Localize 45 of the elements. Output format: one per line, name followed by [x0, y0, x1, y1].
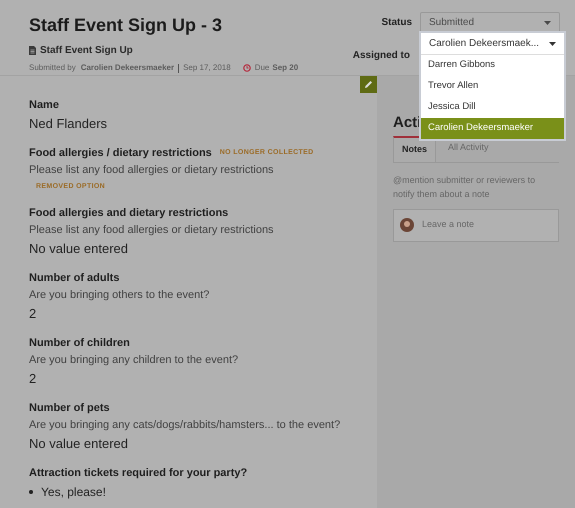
- due-date: Sep 20: [272, 62, 298, 74]
- dropdown-option[interactable]: Carolien Dekeersmaeker: [421, 118, 564, 139]
- pencil-icon: [364, 80, 373, 89]
- dropdown-option[interactable]: Trevor Allen: [421, 76, 564, 97]
- status-label: Status: [381, 16, 412, 30]
- clock-icon: [242, 64, 251, 72]
- activity-tab[interactable]: Notes: [393, 136, 436, 162]
- assigned-dropdown[interactable]: Carolien Dekeersmaek...: [421, 33, 564, 55]
- field-label: Food allergies and dietary restrictions: [29, 206, 228, 220]
- field-label: Number of pets: [29, 401, 110, 415]
- field-description: Are you bringing any children to the event?: [29, 353, 240, 367]
- status-dropdown[interactable]: Submitted: [420, 12, 560, 33]
- field-value: No value entered: [29, 436, 130, 452]
- page-title: Staff Event Sign Up - 3: [29, 14, 224, 37]
- note-field[interactable]: Leave a note: [393, 208, 559, 242]
- field-value: Ned Flanders: [29, 116, 108, 132]
- edit-button[interactable]: [360, 76, 377, 93]
- field-description: Are you bringing others to the event?: [29, 288, 210, 302]
- field-value: 2: [29, 371, 38, 387]
- form-name: Staff Event Sign Up: [40, 44, 133, 58]
- submitter-name: Carolien Dekeersmaeker: [80, 62, 174, 74]
- field-label: Attraction tickets required for your party?: [29, 466, 248, 480]
- field-label: Food allergies / dietary restrictions: [29, 146, 212, 160]
- field-value: 2: [29, 306, 38, 322]
- dropdown-option[interactable]: Darren Gibbons: [421, 55, 564, 76]
- submitted-by-label: Submitted by: [29, 62, 76, 74]
- document-icon: [29, 46, 36, 55]
- caret-icon: [544, 20, 551, 24]
- field-description: Please list any food allergies or dietary restrictions: [29, 223, 275, 237]
- field-label: Number of adults: [29, 271, 120, 285]
- note-input[interactable]: Leave a note: [422, 218, 552, 232]
- notes-hint: @mention submitter or reviewers to notify them about a note: [393, 174, 536, 200]
- assigned-to-label: Assigned to: [352, 49, 410, 63]
- field-description: Please list any food allergies or dietary restrictions: [29, 163, 275, 177]
- dropdown-option[interactable]: Jessica Dill: [421, 97, 564, 118]
- avatar: [400, 218, 414, 232]
- field-value: No value entered: [29, 241, 130, 257]
- bullet-icon: [29, 490, 33, 494]
- due-label: Due: [254, 62, 270, 74]
- caret-icon: [549, 42, 556, 46]
- field-label: Number of children: [29, 336, 130, 350]
- submitted-date: Sep 17, 2018: [183, 62, 231, 74]
- field-value: Yes, please!: [41, 485, 106, 499]
- field-label: Name: [29, 98, 59, 112]
- field-description: Are you bringing any cats/dogs/rabbits/hamsters... to the event?: [29, 418, 342, 432]
